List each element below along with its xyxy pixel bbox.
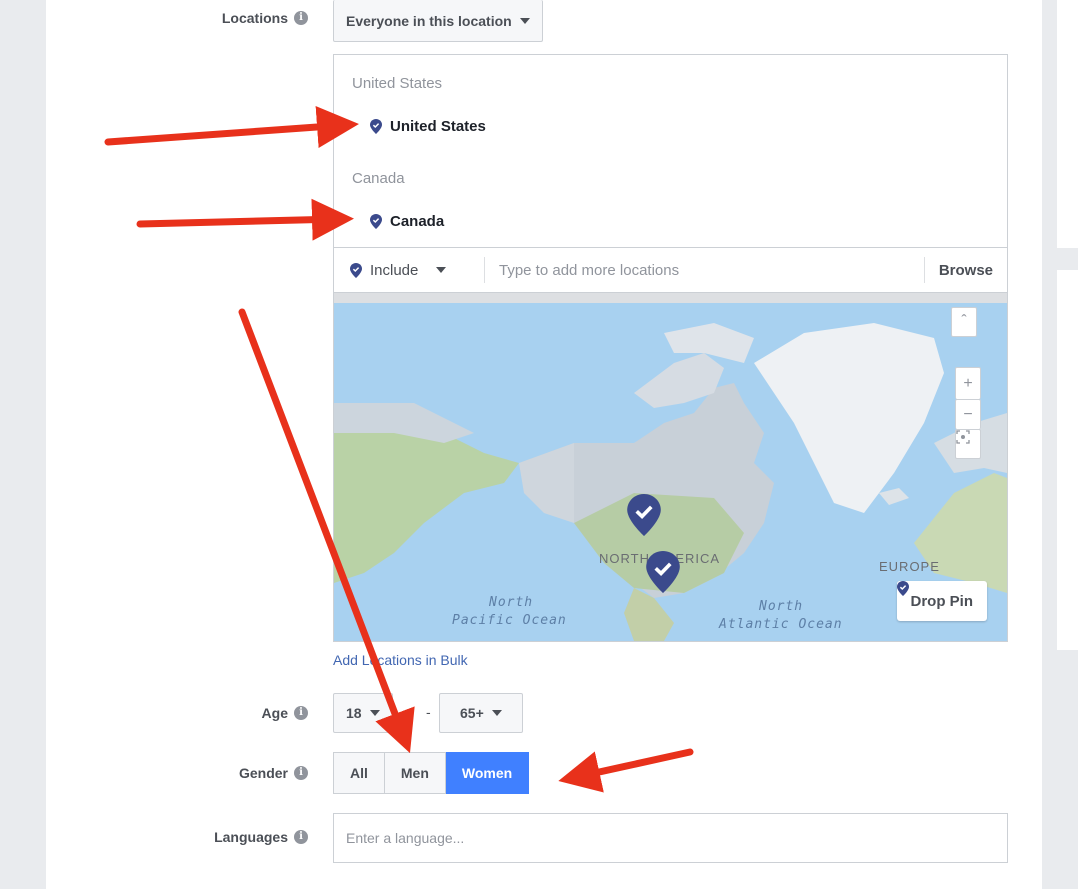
age-max-select[interactable]: 65+: [439, 693, 523, 733]
browse-button[interactable]: Browse: [923, 257, 1007, 283]
location-item-united-states[interactable]: United States: [370, 118, 486, 135]
drop-pin-button[interactable]: Drop Pin: [896, 581, 987, 621]
location-map[interactable]: NORTH AMERICA EUROPE North Pacific Ocean…: [334, 293, 1007, 641]
gender-option-women[interactable]: Women: [445, 752, 530, 794]
info-icon[interactable]: i: [294, 766, 308, 780]
caret-down-icon: [436, 267, 447, 273]
include-select[interactable]: Include: [334, 262, 484, 279]
map-label-atlantic: Atlantic Ocean: [719, 617, 843, 632]
location-audience-select[interactable]: Everyone in this location: [333, 0, 543, 42]
info-icon[interactable]: i: [294, 830, 308, 844]
info-icon[interactable]: i: [294, 706, 308, 720]
caret-down-icon: [369, 710, 380, 716]
zoom-in-button[interactable]: +: [955, 367, 981, 399]
locations-box: United States United States Canada Canad…: [333, 54, 1008, 642]
locations-label: Locations i: [222, 10, 308, 26]
age-label: Age i: [262, 705, 308, 721]
gender-option-men[interactable]: Men: [384, 752, 446, 794]
language-input[interactable]: Enter a language...: [333, 813, 1008, 863]
location-pin-icon: [370, 214, 382, 229]
location-pin-icon: [896, 581, 909, 596]
map-label-atlantic: North: [759, 599, 804, 614]
languages-label: Languages i: [214, 829, 308, 845]
location-group-title: Canada: [352, 170, 405, 187]
gender-label: Gender i: [239, 765, 308, 781]
gender-selector: All Men Women: [333, 752, 530, 794]
map-pin-united-states-icon[interactable]: [646, 551, 680, 593]
map-label-europe: EUROPE: [879, 559, 940, 574]
caret-down-icon: [519, 17, 530, 24]
location-pin-icon: [350, 262, 362, 278]
side-card-bottom: [1057, 270, 1078, 650]
map-collapse-button[interactable]: ˆ: [951, 307, 977, 337]
age-separator: -: [426, 704, 431, 720]
caret-down-icon: [491, 710, 502, 716]
map-pin-canada-icon[interactable]: [627, 494, 661, 536]
location-item-canada[interactable]: Canada: [370, 213, 444, 230]
side-card-top: [1057, 0, 1078, 248]
add-locations-bulk-link[interactable]: Add Locations in Bulk: [333, 652, 468, 668]
location-pin-icon: [370, 119, 382, 134]
map-label-pacific: Pacific Ocean: [452, 613, 567, 628]
gender-option-all[interactable]: All: [333, 752, 385, 794]
location-group-title: United States: [352, 75, 443, 92]
recenter-button[interactable]: [955, 429, 981, 459]
map-label-pacific: North: [489, 595, 534, 610]
age-min-select[interactable]: 18: [333, 693, 393, 733]
zoom-out-button[interactable]: −: [955, 399, 981, 429]
info-icon[interactable]: i: [294, 11, 308, 25]
location-search-input[interactable]: Type to add more locations: [485, 262, 924, 279]
location-search-bar: Include Type to add more locations Brows…: [334, 247, 1007, 293]
recenter-icon: [956, 430, 970, 444]
